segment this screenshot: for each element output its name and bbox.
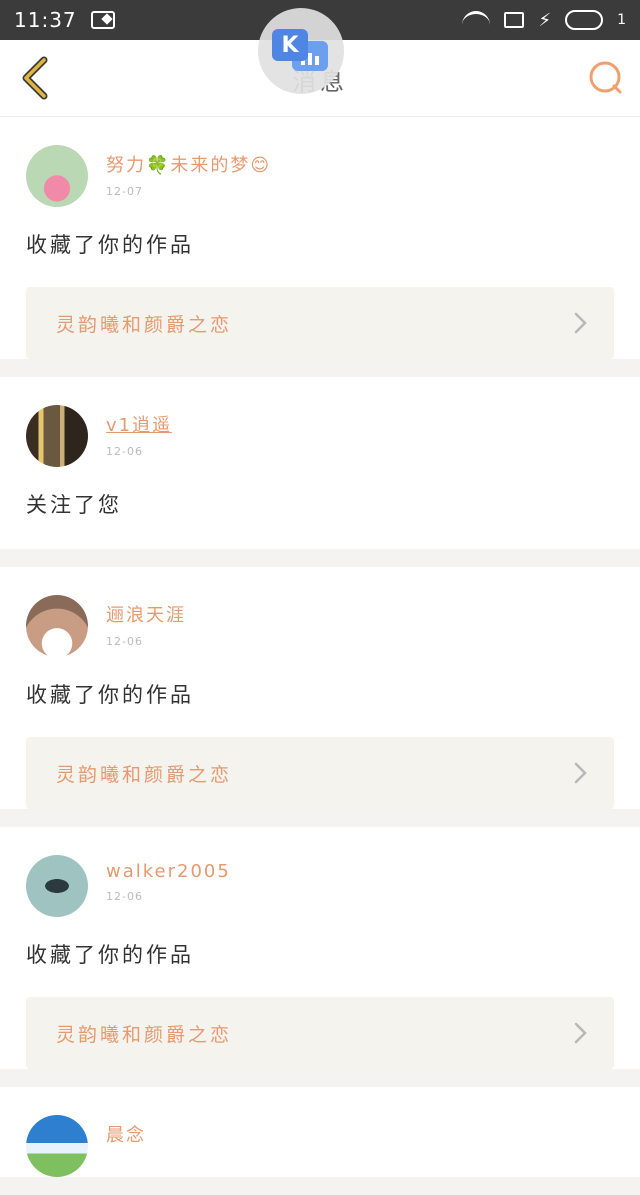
work-title: 灵韵曦和颜爵之恋 [56,313,233,336]
search-button[interactable] [586,58,626,98]
wifi-icon [462,11,491,29]
work-title: 灵韵曦和颜爵之恋 [56,1023,233,1046]
chevron-right-icon [574,312,587,334]
avatar[interactable] [26,145,88,207]
message-card: walker2005 12-06 收藏了你的作品 灵韵曦和颜爵之恋 [0,827,640,1069]
avatar[interactable] [26,1115,88,1177]
message-action: 收藏了你的作品 [26,233,194,257]
battery-icon [565,10,604,30]
message-card: v1逍遥 12-06 关注了您 [0,377,640,549]
work-title: 灵韵曦和颜爵之恋 [56,763,233,786]
username[interactable]: v1逍遥 [106,411,172,437]
rotation-icon [504,12,525,28]
status-icons: ⚡ 1 [462,10,626,31]
message-card: 晨念 [0,1087,640,1177]
work-link[interactable]: 灵韵曦和颜爵之恋 [26,287,614,359]
message-list: 努力🍀未来的梦😊 12-07 收藏了你的作品 灵韵曦和颜爵之恋 v1逍遥 12-… [0,117,640,1195]
search-icon [589,61,622,94]
username[interactable]: 努力🍀未来的梦😊 [106,151,271,177]
chevron-right-icon [574,1022,587,1044]
message-date: 12-07 [106,185,143,198]
message-action: 收藏了你的作品 [26,683,194,707]
message-date: 12-06 [106,635,143,648]
message-card: 逦浪天涯 12-06 收藏了你的作品 灵韵曦和颜爵之恋 [0,567,640,809]
avatar[interactable] [26,595,88,657]
assistant-logo-icon: K [272,29,330,73]
username[interactable]: walker2005 [106,861,231,882]
message-action: 关注了您 [26,493,122,517]
avatar[interactable] [26,405,88,467]
message-action: 收藏了你的作品 [26,943,194,967]
message-date: 12-06 [106,890,143,903]
username[interactable]: 晨念 [106,1121,146,1147]
screenshot-icon [90,11,115,29]
avatar[interactable] [26,855,88,917]
status-time: 11:37 [14,8,77,32]
username[interactable]: 逦浪天涯 [106,601,186,627]
work-link[interactable]: 灵韵曦和颜爵之恋 [26,737,614,809]
battery-level: 1 [617,12,626,28]
work-link[interactable]: 灵韵曦和颜爵之恋 [26,997,614,1069]
charging-icon: ⚡ [538,9,552,31]
message-card: 努力🍀未来的梦😊 12-07 收藏了你的作品 灵韵曦和颜爵之恋 [0,117,640,359]
message-date: 12-06 [106,445,143,458]
floating-assistant-button[interactable]: K [258,8,344,94]
chevron-right-icon [574,762,587,784]
